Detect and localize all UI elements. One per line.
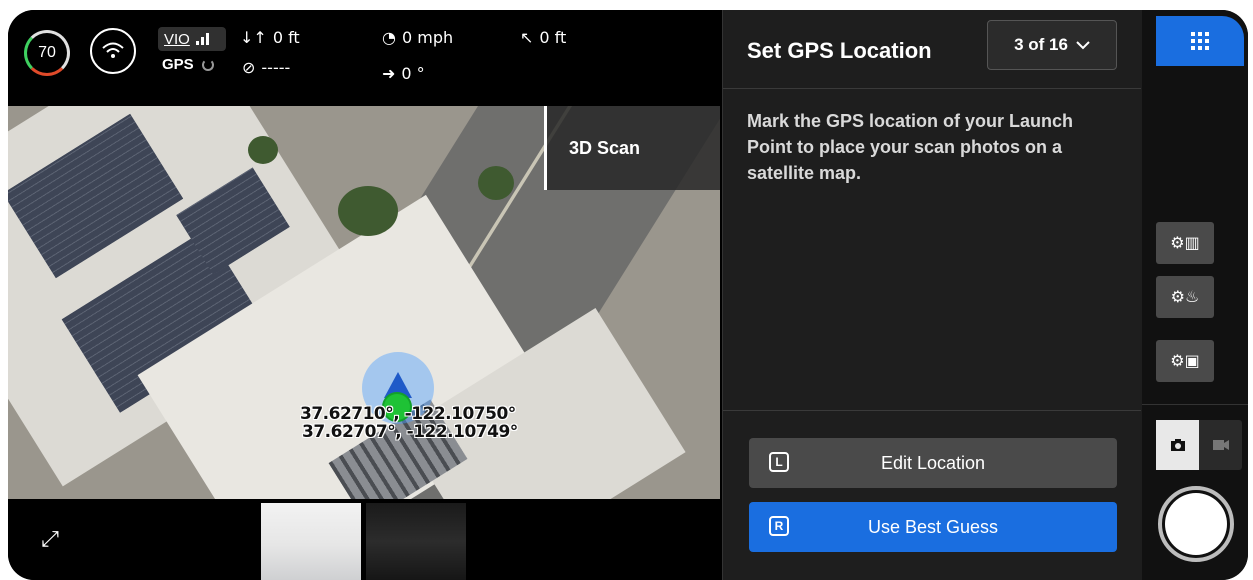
video-mode-button[interactable] (1199, 420, 1242, 470)
camera-icon (1170, 439, 1185, 451)
coord-label-1: 37.62710°, -122.10750° (300, 404, 516, 424)
shutter-inner (1165, 493, 1227, 555)
app-screen: 70 VIO GPS ↓↑ 0 ft ⊘ ----- ◔ 0 mph ➜ 0 °… (8, 10, 1248, 580)
speed-value: 0 mph (401, 28, 454, 47)
map-settings-icon: ⚙▥ (1170, 235, 1200, 252)
gimbal-icon: ➜ (382, 64, 396, 83)
photo-thumbnail[interactable] (261, 503, 361, 580)
telemetry-bar: 70 VIO GPS ↓↑ 0 ft ⊘ ----- ◔ 0 mph ➜ 0 °… (8, 10, 720, 106)
battery-indicator[interactable]: 70 (24, 30, 70, 76)
vio-label: VIO (164, 30, 190, 48)
speed-readout: ◔ 0 mph (382, 28, 453, 47)
photo-thumbnail[interactable] (366, 503, 466, 580)
coord-label-2: 37.62707°, -122.10749° (302, 422, 518, 442)
wifi-icon[interactable] (90, 28, 136, 74)
apps-grid-icon (1191, 32, 1209, 50)
use-best-guess-button[interactable]: R Use Best Guess (749, 502, 1117, 552)
gps-panel: Set GPS Location 3 of 16 Mark the GPS lo… (722, 10, 1142, 580)
compass-icon: ⊘ (242, 58, 256, 77)
battery-percent: 70 (38, 44, 56, 61)
tree (248, 136, 278, 164)
divider (1142, 404, 1248, 405)
gps-loading-icon (201, 58, 214, 71)
photo-strip: ⤢ (8, 499, 720, 580)
video-icon (1212, 440, 1229, 450)
vio-status: VIO (158, 27, 226, 51)
shutter-button[interactable] (1158, 486, 1234, 562)
step-selector-value: 3 of 16 (1014, 35, 1068, 54)
gps-label: GPS (162, 56, 194, 73)
gps-status: GPS (162, 56, 214, 73)
use-best-guess-label: Use Best Guess (867, 516, 999, 537)
altitude-icon: ↓↑ (240, 28, 267, 47)
mode-label: 3D Scan (544, 106, 720, 190)
edit-location-button[interactable]: L Edit Location (749, 438, 1117, 488)
divider (723, 410, 1141, 411)
side-rail: ⚙▥ ⚙♨ ⚙▣ (1142, 10, 1248, 580)
expand-icon[interactable]: ⤢ (36, 525, 64, 553)
gimbal-value: 0 ° (401, 64, 425, 83)
distance-value: 0 ft (539, 28, 567, 47)
apps-grid-button[interactable] (1156, 16, 1244, 66)
altitude-value: 0 ft (272, 28, 300, 47)
distance-readout: ↖ 0 ft (520, 28, 566, 47)
signal-bars-icon (195, 33, 209, 45)
map-settings-button[interactable]: ⚙▥ (1156, 222, 1214, 264)
capture-mode-toggle[interactable] (1156, 420, 1242, 470)
heading-readout: ⊘ ----- (242, 58, 290, 77)
key-hint: L (769, 452, 789, 472)
photo-mode-button[interactable] (1156, 420, 1199, 470)
panel-description: Mark the GPS location of your Launch Poi… (747, 111, 1074, 183)
step-selector[interactable]: 3 of 16 (987, 20, 1117, 70)
tree (478, 166, 514, 200)
speed-icon: ◔ (382, 28, 396, 47)
altitude-readout: ↓↑ 0 ft (240, 28, 300, 47)
divider (723, 88, 1141, 89)
mode-label-text: 3D Scan (569, 137, 641, 158)
distance-icon: ↖ (520, 28, 534, 47)
edit-location-label: Edit Location (880, 452, 986, 473)
camera-settings-button[interactable]: ⚙▣ (1156, 340, 1214, 382)
fire-settings-icon: ⚙♨ (1170, 289, 1200, 306)
tree (338, 186, 398, 236)
chevron-down-icon (1076, 41, 1090, 50)
heading-value: ----- (261, 58, 291, 77)
camera-settings-icon: ⚙▣ (1170, 353, 1200, 370)
key-hint: R (769, 516, 789, 536)
gimbal-readout: ➜ 0 ° (382, 64, 425, 83)
fire-settings-button[interactable]: ⚙♨ (1156, 276, 1214, 318)
panel-title: Set GPS Location (747, 38, 932, 63)
